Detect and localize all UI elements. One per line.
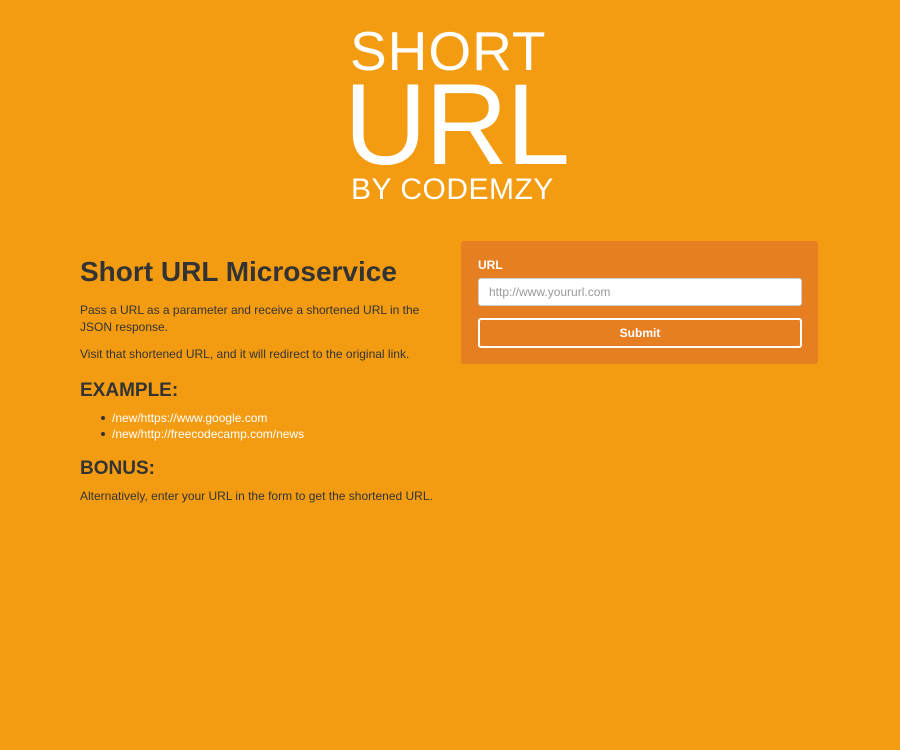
intro-section: Short URL Microservice Pass a URL as a p…: [80, 255, 450, 515]
logo-line-byline: BY CODEMZY: [351, 173, 554, 206]
page-title: Short URL Microservice: [80, 256, 397, 287]
bullet-icon: [101, 432, 105, 436]
example-heading: EXAMPLE:: [80, 380, 179, 401]
shorten-form: URL Submit: [461, 241, 818, 364]
bonus-heading: BONUS:: [80, 458, 155, 479]
example-list: /new/https://www.google.com /new/http://…: [80, 410, 450, 442]
intro-paragraph-2: Visit that shortened URL, and it will re…: [80, 347, 410, 361]
bonus-text: Alternatively, enter your URL in the for…: [80, 489, 433, 503]
submit-button[interactable]: Submit: [478, 318, 802, 348]
url-input[interactable]: [478, 278, 802, 306]
intro-paragraph-1: Pass a URL as a parameter and receive a …: [80, 303, 420, 334]
list-item: /new/https://www.google.com: [101, 410, 450, 426]
logo-line-url: URL: [344, 61, 570, 189]
bullet-icon: [101, 416, 105, 420]
example-link-freecodecamp[interactable]: /new/http://freecodecamp.com/news: [112, 427, 304, 441]
url-label: URL: [478, 258, 503, 272]
example-link-google[interactable]: /new/https://www.google.com: [112, 411, 267, 425]
list-item: /new/http://freecodecamp.com/news: [101, 426, 450, 442]
